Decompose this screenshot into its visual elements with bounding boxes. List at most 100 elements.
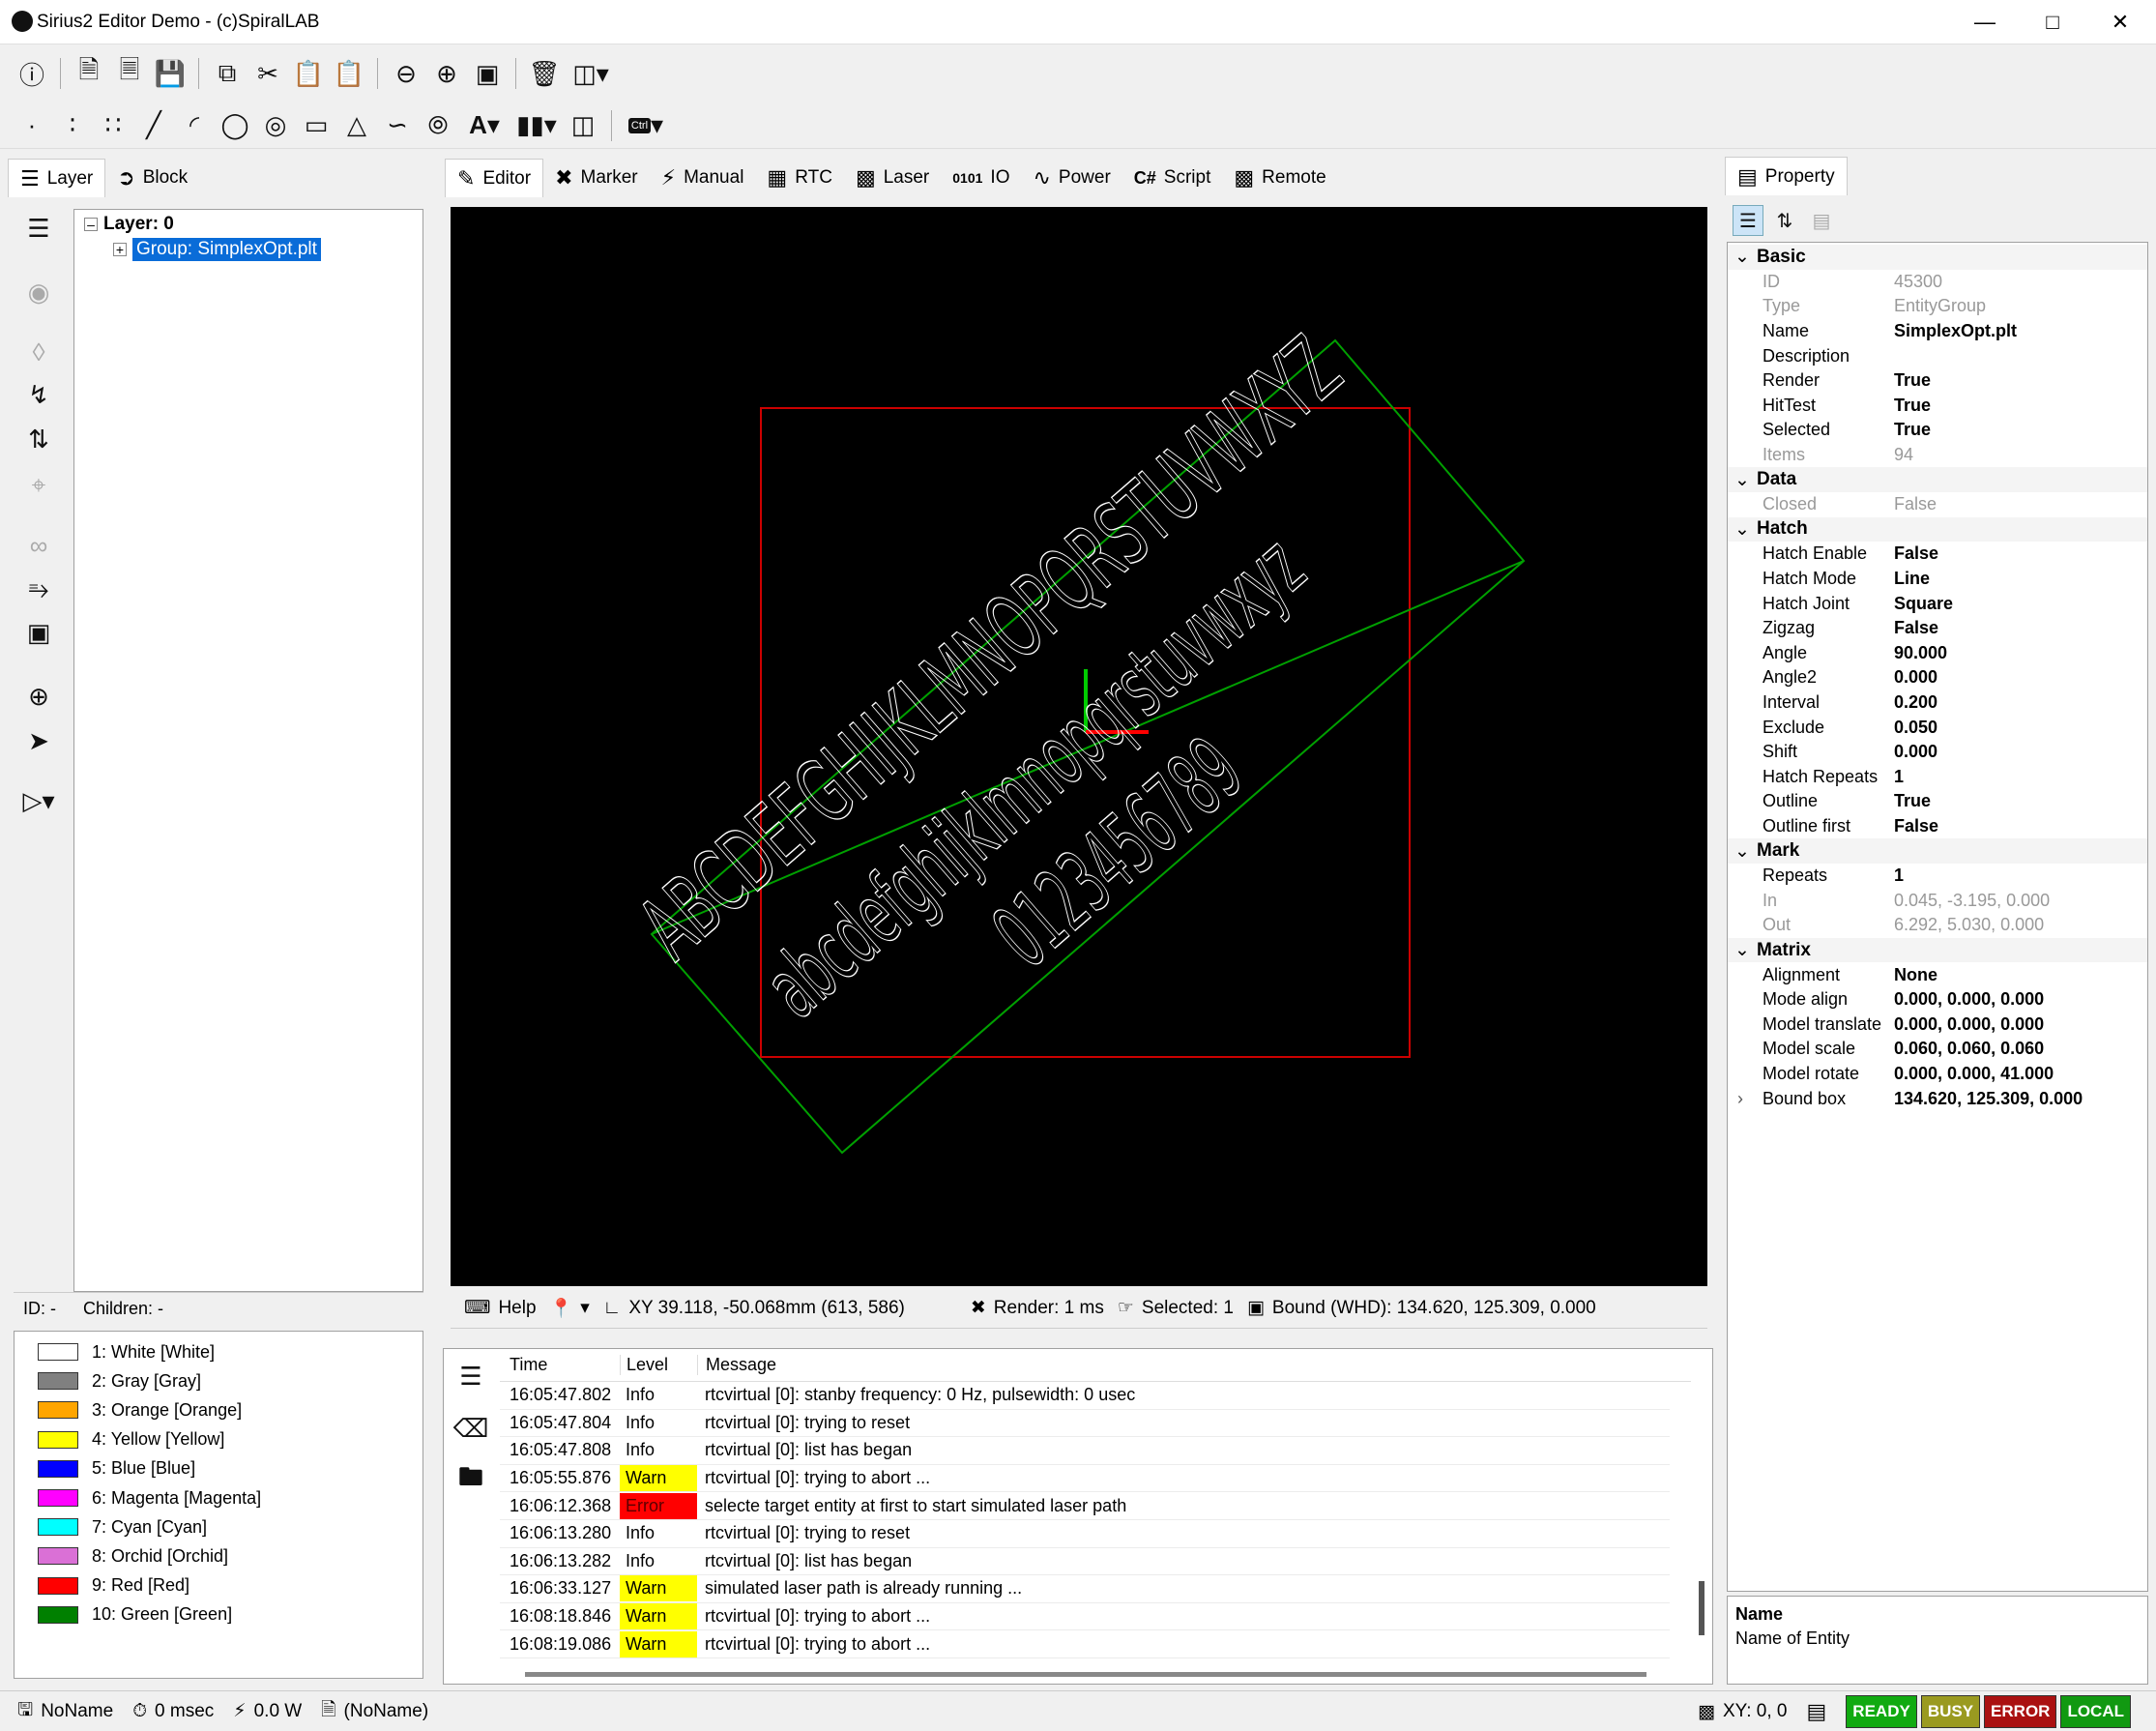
property-row[interactable]: Outline first False — [1728, 814, 2147, 839]
property-row[interactable]: Selected True — [1728, 418, 2147, 443]
property-value[interactable]: False — [1892, 543, 1938, 564]
property-value[interactable]: True — [1892, 370, 1931, 391]
tab-script[interactable]: C# Script — [1122, 159, 1223, 197]
property-row[interactable]: Mode align 0.000, 0.000, 0.000 — [1728, 987, 2147, 1012]
property-value[interactable]: 1 — [1892, 866, 1904, 886]
chevron-down-icon[interactable]: ⌄ — [1728, 246, 1757, 268]
property-value[interactable]: Square — [1892, 594, 1953, 614]
log-list-icon[interactable]: ☰ — [452, 1357, 490, 1395]
ctrl-dropdown-icon[interactable]: Ctrl ▾ — [622, 107, 670, 144]
run-dropdown-icon[interactable]: ▷▾ — [19, 781, 58, 820]
log-row[interactable]: 16:05:55.876 Warn rtcvirtual [0]: trying t… — [500, 1465, 1670, 1493]
trepan-icon[interactable]: ⦾ — [420, 107, 456, 144]
property-value[interactable]: 0.000, 0.000, 0.000 — [1892, 989, 2044, 1010]
image-icon[interactable]: ◫ — [565, 107, 601, 144]
spiral-icon[interactable]: ◎ — [257, 107, 294, 144]
property-row[interactable]: Hatch Joint Square — [1728, 591, 2147, 616]
log-row[interactable]: 16:08:18.846 Warn rtcvirtual [0]: trying t… — [500, 1603, 1670, 1631]
chevron-down-icon[interactable]: ⌄ — [1728, 469, 1757, 491]
eraser-icon[interactable]: ⌫ — [452, 1409, 490, 1448]
offset-icon[interactable]: ▣ — [19, 613, 58, 652]
circle-icon[interactable]: ◯ — [217, 107, 253, 144]
log-file-icon[interactable]: ▤ — [1807, 1699, 1827, 1724]
property-row[interactable]: Model translate 0.000, 0.000, 0.000 — [1728, 1012, 2147, 1038]
points-icon[interactable]: ∶ — [54, 107, 91, 144]
property-value[interactable]: True — [1892, 396, 1931, 416]
tab-marker[interactable]: ✖ Marker — [543, 159, 650, 197]
log-row[interactable]: 16:06:12.368 Error selecte target entity a… — [500, 1492, 1670, 1520]
property-value[interactable]: 94 — [1892, 445, 1913, 465]
new-document-icon[interactable]: 🗎 — [71, 55, 107, 92]
3d-icon[interactable]: ◉ — [19, 273, 58, 311]
line-icon[interactable]: ╱ — [135, 107, 172, 144]
property-value[interactable]: 0.200 — [1892, 692, 1937, 713]
collapse-icon[interactable]: – — [84, 217, 98, 232]
property-category[interactable]: ⌄ Hatch — [1728, 516, 2147, 543]
point-icon[interactable]: · — [14, 107, 50, 144]
property-value[interactable]: 0.050 — [1892, 718, 1937, 738]
sort-icon[interactable]: ⇅ — [19, 420, 58, 458]
zoom-fit-icon[interactable]: ▣ — [469, 55, 506, 92]
tab-rtc[interactable]: ▦ RTC — [755, 159, 844, 197]
copy-icon[interactable]: ⧉ — [209, 55, 246, 92]
property-row[interactable]: Type EntityGroup — [1728, 294, 2147, 319]
folder-icon[interactable]: 🖿 — [452, 1461, 490, 1500]
minimize-button[interactable]: — — [1951, 0, 2019, 44]
property-row[interactable]: Items 94 — [1728, 443, 2147, 468]
property-row[interactable]: ID 45300 — [1728, 270, 2147, 295]
categorized-icon[interactable]: ☰ — [1733, 205, 1763, 236]
log-row[interactable]: 16:05:47.808 Info rtcvirtual [0]: list has… — [500, 1437, 1670, 1465]
delete-icon[interactable]: 🗑 — [526, 55, 563, 92]
property-value[interactable]: EntityGroup — [1892, 296, 1986, 316]
chevron-down-icon[interactable]: ⌄ — [1728, 939, 1757, 961]
property-row[interactable]: Angle 90.000 — [1728, 641, 2147, 666]
raster-icon[interactable]: ∷ — [95, 107, 131, 144]
log-row[interactable]: 16:06:33.127 Warn simulated laser path is … — [500, 1575, 1670, 1603]
split-icon[interactable]: ⥱ — [19, 571, 58, 609]
cut-icon[interactable]: ✂ — [249, 55, 286, 92]
tab-property[interactable]: ▤ Property — [1725, 157, 1848, 195]
property-row[interactable]: Closed False — [1728, 492, 2147, 517]
rectangle-icon[interactable]: ▭ — [298, 107, 335, 144]
property-row[interactable]: Out 6.292, 5.030, 0.000 — [1728, 913, 2147, 938]
property-value[interactable]: SimplexOpt.plt — [1892, 321, 2017, 341]
property-value[interactable]: False — [1892, 494, 1937, 514]
block-solid-icon[interactable]: ➤ — [19, 721, 58, 760]
tree-node-group[interactable]: + Group: SimplexOpt.plt — [113, 238, 321, 261]
property-row[interactable]: Alignment None — [1728, 962, 2147, 987]
property-row[interactable]: Outline True — [1728, 789, 2147, 814]
property-row[interactable]: In 0.045, -3.195, 0.000 — [1728, 889, 2147, 914]
property-value[interactable]: 90.000 — [1892, 643, 1947, 663]
chevron-down-icon[interactable]: ⌄ — [1728, 518, 1757, 541]
align-dropdown-icon[interactable]: ◫▾ — [567, 55, 615, 92]
property-value[interactable]: 0.000, 0.000, 41.000 — [1892, 1064, 2054, 1084]
property-value[interactable]: 0.000 — [1892, 742, 1937, 762]
tab-io[interactable]: 0101 IO — [941, 159, 1021, 197]
property-category[interactable]: ⌄ Data — [1728, 467, 2147, 492]
property-value[interactable]: 0.000 — [1892, 667, 1937, 688]
text-icon[interactable]: A▾ — [460, 107, 509, 144]
property-value[interactable]: 0.045, -3.195, 0.000 — [1892, 891, 2050, 911]
chevron-down-icon[interactable]: ⌄ — [1728, 840, 1757, 863]
tab-block[interactable]: ➲ Block — [105, 159, 199, 197]
paste-icon[interactable]: 📋 — [290, 55, 327, 92]
property-row[interactable]: Shift 0.000 — [1728, 740, 2147, 765]
save-icon[interactable]: 💾 — [152, 55, 189, 92]
property-row[interactable]: › Bound box 134.620, 125.309, 0.000 — [1728, 1086, 2147, 1111]
log-row[interactable]: 16:06:13.280 Info rtcvirtual [0]: trying t… — [500, 1520, 1670, 1548]
close-button[interactable]: ✕ — [2086, 0, 2154, 44]
property-value[interactable]: Line — [1892, 569, 1930, 589]
log-row[interactable]: 16:06:13.282 Info rtcvirtual [0]: list has… — [500, 1548, 1670, 1576]
property-row[interactable]: Hatch Repeats 1 — [1728, 765, 2147, 790]
tab-editor[interactable]: ✎ Editor — [445, 159, 544, 197]
property-value[interactable]: True — [1892, 791, 1931, 811]
polyline-icon[interactable]: ∽ — [379, 107, 416, 144]
tab-laser[interactable]: ▩ Laser — [844, 159, 941, 197]
property-category[interactable]: ⌄ Basic — [1728, 245, 2147, 270]
property-row[interactable]: Repeats 1 — [1728, 864, 2147, 889]
arc-icon[interactable]: ◜ — [176, 107, 213, 144]
property-row[interactable]: Interval 0.200 — [1728, 690, 2147, 716]
property-row[interactable]: Hatch Enable False — [1728, 542, 2147, 567]
property-value[interactable]: 45300 — [1892, 272, 1942, 292]
chevron-right-icon[interactable]: › — [1737, 1089, 1743, 1109]
